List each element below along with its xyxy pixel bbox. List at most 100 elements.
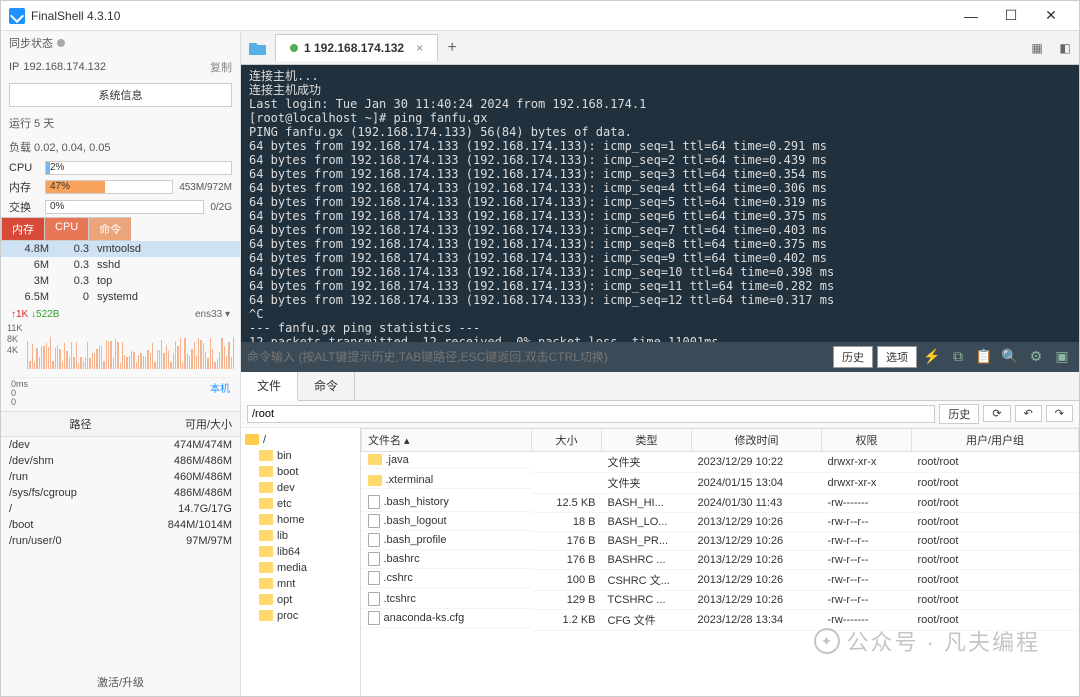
- folder-icon: [259, 450, 273, 461]
- mem-bar: 47%: [45, 180, 173, 194]
- path-row[interactable]: /14.7G/17G: [1, 501, 240, 517]
- terminal[interactable]: 连接主机... 连接主机成功 Last login: Tue Jan 30 11…: [241, 65, 1079, 342]
- up-icon[interactable]: ↶: [1015, 405, 1042, 422]
- file-row[interactable]: .java 文件夹2023/12/29 10:22drwxr-xr-xroot/…: [362, 451, 1079, 472]
- settings-icon[interactable]: ⚙: [1025, 346, 1047, 368]
- file-row[interactable]: .bash_history 12.5 KBBASH_HI...2024/01/3…: [362, 493, 1079, 512]
- file-tab[interactable]: 文件: [241, 372, 298, 401]
- proc-row[interactable]: 6M0.3sshd: [1, 257, 240, 273]
- tree-node[interactable]: media: [245, 560, 356, 576]
- network-graph[interactable]: ↑1K ↓522B ens33 ▾ 11K8K4K: [7, 309, 234, 369]
- proc-tab-cpu[interactable]: CPU: [44, 217, 88, 241]
- folder-icon: [259, 594, 273, 605]
- tree-node[interactable]: dev: [245, 480, 356, 496]
- tree-node[interactable]: home: [245, 512, 356, 528]
- col-mtime[interactable]: 修改时间: [692, 428, 822, 451]
- activate-link[interactable]: 激活/升级: [1, 668, 240, 696]
- mem-label: 内存: [9, 179, 39, 195]
- file-row[interactable]: anaconda-ks.cfg 1.2 KBCFG 文件2023/12/28 1…: [362, 609, 1079, 630]
- col-type[interactable]: 类型: [602, 428, 692, 451]
- sysinfo-button[interactable]: 系统信息: [9, 83, 232, 107]
- path-row[interactable]: /run/user/097M/97M: [1, 533, 240, 549]
- path-row[interactable]: /boot844M/1014M: [1, 517, 240, 533]
- tree-node[interactable]: lib: [245, 528, 356, 544]
- options-button[interactable]: 选项: [877, 346, 917, 368]
- folder-icon: [259, 482, 273, 493]
- layout-grid-icon[interactable]: ▦: [1023, 34, 1051, 62]
- path-hdr-size[interactable]: 可用/大小: [152, 416, 232, 432]
- refresh-icon[interactable]: ⟳: [983, 405, 1010, 422]
- minimize-button[interactable]: —: [951, 1, 991, 31]
- fwd-icon[interactable]: ↷: [1046, 405, 1073, 422]
- layout-side-icon[interactable]: ◧: [1051, 34, 1079, 62]
- folder-icon: [259, 466, 273, 477]
- file-icon: [368, 495, 380, 509]
- history-button[interactable]: 历史: [833, 346, 873, 368]
- proc-row[interactable]: 4.8M0.3vmtoolsd: [1, 241, 240, 257]
- tree-node[interactable]: boot: [245, 464, 356, 480]
- copy-button[interactable]: 复制: [210, 59, 232, 75]
- file-icon: [368, 533, 380, 547]
- path-hdr-path[interactable]: 路径: [9, 416, 152, 432]
- col-name[interactable]: 文件名 ▴: [362, 428, 532, 451]
- close-tab-icon[interactable]: ×: [416, 41, 423, 55]
- main-area: 1 192.168.174.132 × + ▦ ◧ 连接主机... 连接主机成功…: [241, 31, 1079, 696]
- folder-icon: [259, 514, 273, 525]
- file-row[interactable]: .cshrc 100 BCSHRC 文...2013/12/29 10:26-r…: [362, 569, 1079, 590]
- copy-icon[interactable]: ⧉: [947, 346, 969, 368]
- folder-icon: [259, 562, 273, 573]
- proc-row[interactable]: 6.5M0systemd: [1, 289, 240, 305]
- file-row[interactable]: .bash_profile 176 BBASH_PR...2013/12/29 …: [362, 531, 1079, 550]
- app-icon: [9, 8, 25, 24]
- folder-icon: [259, 546, 273, 557]
- file-row[interactable]: .xterminal 文件夹2024/01/15 13:04drwxr-xr-x…: [362, 472, 1079, 493]
- tree-node[interactable]: lib64: [245, 544, 356, 560]
- path-row[interactable]: /dev/shm486M/486M: [1, 453, 240, 469]
- path-row[interactable]: /run460M/486M: [1, 469, 240, 485]
- expand-icon[interactable]: ▣: [1051, 346, 1073, 368]
- sync-label: 同步状态: [9, 35, 53, 51]
- tree-node[interactable]: etc: [245, 496, 356, 512]
- close-button[interactable]: ✕: [1031, 1, 1071, 31]
- session-tab[interactable]: 1 192.168.174.132 ×: [275, 34, 438, 61]
- paste-icon[interactable]: 📋: [973, 346, 995, 368]
- file-row[interactable]: .tcshrc 129 BTCSHRC ...2013/12/29 10:26-…: [362, 590, 1079, 609]
- fb-history-button[interactable]: 历史: [939, 404, 979, 424]
- col-owner[interactable]: 用户/用户组: [912, 428, 1079, 451]
- tree-node[interactable]: proc: [245, 608, 356, 624]
- lat-local[interactable]: 本机: [210, 380, 230, 395]
- folder-icon: [368, 454, 382, 465]
- tree-node[interactable]: /: [245, 432, 356, 448]
- path-row[interactable]: /dev474M/474M: [1, 437, 240, 453]
- path-input[interactable]: [247, 405, 935, 423]
- tree-node[interactable]: bin: [245, 448, 356, 464]
- maximize-button[interactable]: ☐: [991, 1, 1031, 31]
- net-iface[interactable]: ens33 ▾: [195, 309, 230, 320]
- file-list[interactable]: 文件名 ▴ 大小 类型 修改时间 权限 用户/用户组 .java 文件夹2023…: [361, 428, 1079, 697]
- file-row[interactable]: .bashrc 176 BBASHRC ...2013/12/29 10:26-…: [362, 550, 1079, 569]
- proc-row[interactable]: 3M0.3top: [1, 273, 240, 289]
- bolt-icon[interactable]: ⚡: [921, 346, 943, 368]
- folder-tree[interactable]: /binbootdevetchomeliblib64mediamntoptpro…: [241, 428, 361, 697]
- command-input[interactable]: [247, 350, 829, 364]
- open-folder-icon[interactable]: [241, 31, 275, 65]
- folder-icon: [368, 475, 382, 486]
- path-row[interactable]: /sys/fs/cgroup486M/486M: [1, 485, 240, 501]
- folder-icon: [245, 434, 259, 445]
- proc-tab-cmd[interactable]: 命令: [88, 217, 131, 241]
- file-icon: [368, 571, 380, 585]
- col-size[interactable]: 大小: [532, 428, 602, 451]
- file-row[interactable]: .bash_logout 18 BBASH_LO...2013/12/29 10…: [362, 512, 1079, 531]
- col-perm[interactable]: 权限: [822, 428, 912, 451]
- latency-graph[interactable]: 0ms00 本机: [7, 377, 234, 407]
- tree-node[interactable]: mnt: [245, 576, 356, 592]
- app-title: FinalShell 4.3.10: [31, 9, 951, 23]
- file-icon: [368, 611, 380, 625]
- load-text: 负载 0.02, 0.04, 0.05: [1, 135, 240, 159]
- new-tab-button[interactable]: +: [438, 39, 466, 57]
- swap-right: 0/2G: [210, 202, 232, 213]
- tree-node[interactable]: opt: [245, 592, 356, 608]
- cmd-tab[interactable]: 命令: [298, 372, 355, 400]
- proc-tab-mem[interactable]: 内存: [1, 217, 44, 241]
- search-icon[interactable]: 🔍: [999, 346, 1021, 368]
